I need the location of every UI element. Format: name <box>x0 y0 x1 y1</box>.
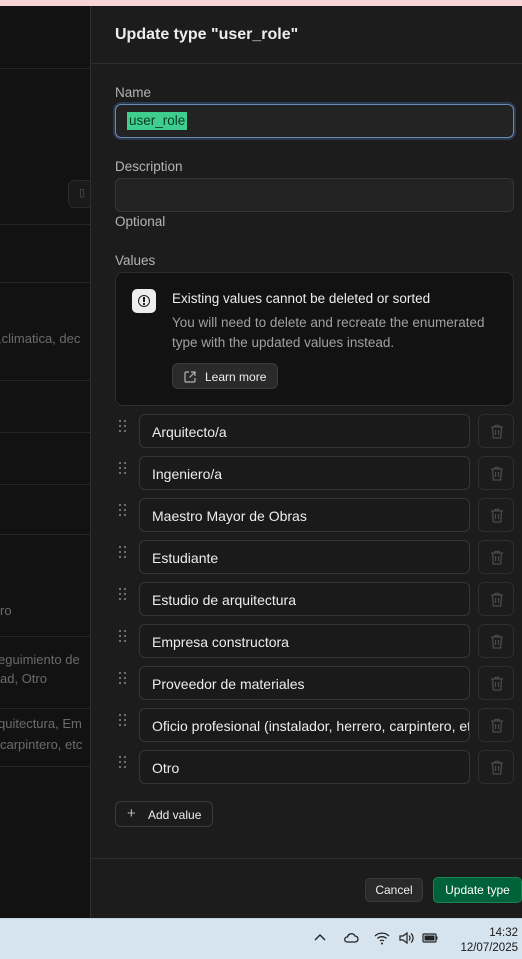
learn-more-button[interactable]: Learn more <box>172 363 278 389</box>
system-clock[interactable]: 14:32 12/07/2025 <box>460 926 518 956</box>
battery-icon[interactable] <box>421 929 439 947</box>
drag-handle-icon[interactable] <box>119 714 129 728</box>
value-input[interactable]: Maestro Mayor de Obras <box>139 498 470 532</box>
value-input[interactable]: Arquitecto/a <box>139 414 470 448</box>
value-row: Ingeniero/a <box>115 456 515 490</box>
value-input-text: Proveedor de materiales <box>152 676 305 692</box>
description-input[interactable] <box>115 178 514 212</box>
value-input-text: Estudio de arquitectura <box>152 592 296 608</box>
background-cell: eguimiento de <box>0 652 80 667</box>
clock-time: 14:32 <box>489 927 518 939</box>
external-link-icon <box>184 371 196 383</box>
drag-handle-icon[interactable] <box>119 756 129 770</box>
panel-title: Update type "user_role" <box>115 26 299 43</box>
value-input[interactable]: Empresa constructora <box>139 624 470 658</box>
value-input[interactable]: Ingeniero/a <box>139 456 470 490</box>
background-cell: ,climatica, dec <box>0 331 81 346</box>
update-type-button[interactable]: Update type <box>433 877 522 903</box>
trash-icon <box>491 718 503 733</box>
value-input-text: Otro <box>152 760 180 776</box>
learn-more-label: Learn more <box>205 370 267 384</box>
delete-value-button[interactable] <box>478 750 514 784</box>
panel-header: Update type "user_role" <box>91 6 522 64</box>
drag-handle-icon[interactable] <box>119 630 129 644</box>
trash-icon <box>491 466 503 481</box>
value-row: Arquitecto/a <box>115 414 515 448</box>
description-hint: Optional <box>115 214 166 229</box>
value-input[interactable]: Estudio de arquitectura <box>139 582 470 616</box>
delete-value-button[interactable] <box>478 582 514 616</box>
drag-handle-icon[interactable] <box>119 504 129 518</box>
wifi-icon[interactable] <box>373 929 391 947</box>
cloud-icon[interactable] <box>342 929 360 947</box>
name-input-value: user_role <box>127 112 188 130</box>
value-input-text: Empresa constructora <box>152 634 289 650</box>
value-input-text: Maestro Mayor de Obras <box>152 508 307 524</box>
value-input-text: Oficio profesional (instalador, herrero,… <box>152 718 470 734</box>
background-table: ▯ ,climatica, dec ro eguimiento de ad, O… <box>0 6 90 918</box>
clock-date: 12/07/2025 <box>460 942 518 954</box>
value-row: Proveedor de materiales <box>115 666 515 700</box>
value-row: Oficio profesional (instalador, herrero,… <box>115 708 515 742</box>
value-input-text: Estudiante <box>152 550 219 566</box>
name-label: Name <box>115 85 152 100</box>
value-row: Otro <box>115 750 515 784</box>
drag-handle-icon[interactable] <box>119 420 129 434</box>
description-label: Description <box>115 159 183 174</box>
drag-handle-icon[interactable] <box>119 588 129 602</box>
value-row: Empresa constructora <box>115 624 515 658</box>
chevron-up-icon[interactable] <box>311 929 329 947</box>
background-cell: quitectura, Em <box>0 716 82 731</box>
value-row: Estudiante <box>115 540 515 574</box>
delete-value-button[interactable] <box>478 666 514 700</box>
cancel-button[interactable]: Cancel <box>365 878 423 902</box>
plus-icon: + <box>127 805 136 822</box>
panel-footer: Cancel Update type <box>91 858 522 918</box>
alert-circle-icon <box>132 289 156 313</box>
trash-icon <box>491 424 503 439</box>
trash-icon <box>491 676 503 691</box>
trash-icon <box>491 550 503 565</box>
value-input[interactable]: Proveedor de materiales <box>139 666 470 700</box>
value-input[interactable]: Otro <box>139 750 470 784</box>
drag-handle-icon[interactable] <box>119 462 129 476</box>
drag-handle-icon[interactable] <box>119 672 129 686</box>
delete-value-button[interactable] <box>478 708 514 742</box>
value-input-text: Arquitecto/a <box>152 424 227 440</box>
trash-icon <box>491 592 503 607</box>
delete-value-button[interactable] <box>478 414 514 448</box>
taskbar: 14:32 12/07/2025 <box>0 918 522 959</box>
add-value-label: Add value <box>148 808 202 822</box>
name-input[interactable]: user_role <box>115 104 514 138</box>
value-input[interactable]: Estudiante <box>139 540 470 574</box>
delete-value-button[interactable] <box>478 456 514 490</box>
notice-text: You will need to delete and recreate the… <box>172 315 485 350</box>
trash-icon <box>491 634 503 649</box>
values-label: Values <box>115 253 156 268</box>
value-row: Estudio de arquitectura <box>115 582 515 616</box>
background-cell: carpintero, etc <box>0 737 83 752</box>
volume-icon[interactable] <box>397 929 415 947</box>
value-row: Maestro Mayor de Obras <box>115 498 515 532</box>
update-type-panel: Update type "user_role" Name user_role D… <box>90 6 522 918</box>
background-button: ▯ <box>68 180 90 208</box>
notice-title: Existing values cannot be deleted or sor… <box>172 291 431 306</box>
trash-icon <box>491 760 503 775</box>
delete-value-button[interactable] <box>478 498 514 532</box>
value-input-text: Ingeniero/a <box>152 466 223 482</box>
background-cell: ad, Otro <box>0 671 47 686</box>
background-cell: ro <box>0 603 12 618</box>
add-value-button[interactable]: + Add value <box>115 801 213 827</box>
delete-value-button[interactable] <box>478 624 514 658</box>
drag-handle-icon[interactable] <box>119 546 129 560</box>
value-input[interactable]: Oficio profesional (instalador, herrero,… <box>139 708 470 742</box>
values-notice: Existing values cannot be deleted or sor… <box>115 272 514 406</box>
delete-value-button[interactable] <box>478 540 514 574</box>
trash-icon <box>491 508 503 523</box>
